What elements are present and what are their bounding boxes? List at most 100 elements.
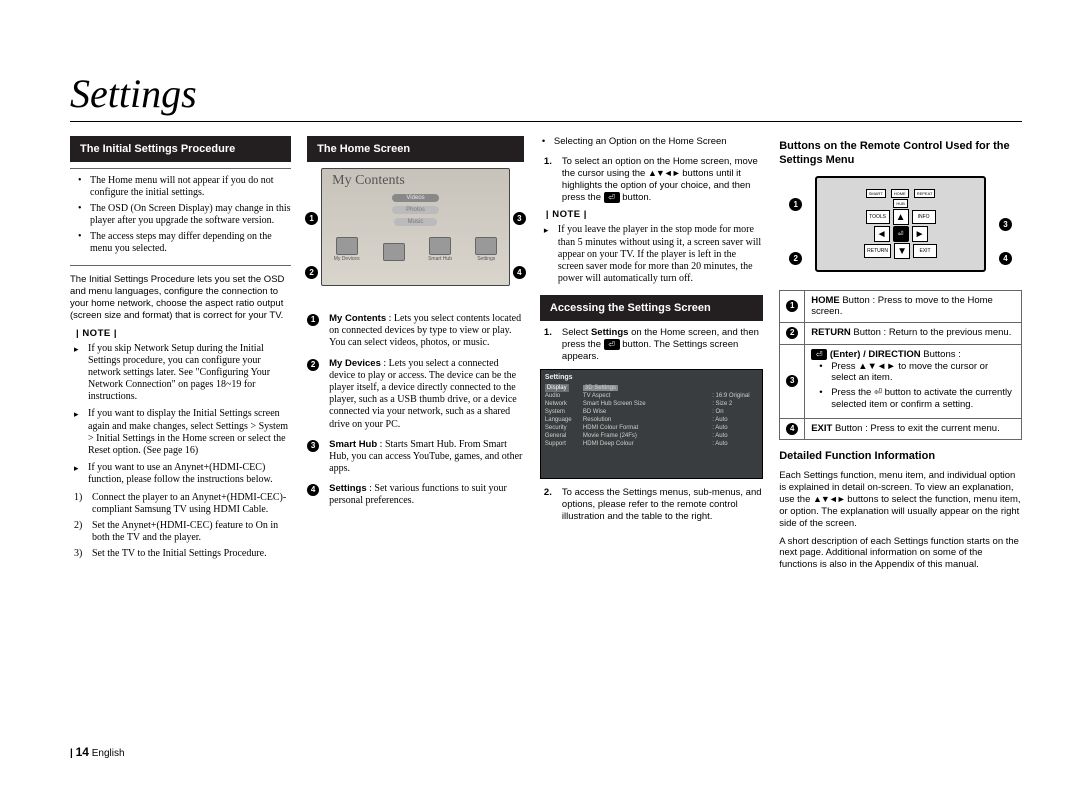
remote-btn-tools: TOOLS (866, 210, 890, 224)
remote-dir-row: ◄ ⏎ ► (874, 226, 928, 242)
table-row: 2 RETURN Button : Return to the previous… (780, 323, 1022, 344)
circle-1-icon: 1 (307, 314, 319, 326)
remote-hub-row: HUB (893, 199, 907, 208)
accessing-settings-steps: Select Settings on the Home screen, and … (540, 327, 763, 363)
home-item-3: 3 Smart Hub : Starts Smart Hub. From Sma… (307, 439, 524, 476)
page-language: English (92, 748, 125, 759)
fig-icon (383, 243, 405, 262)
select-option-step: To select an option on the Home screen, … (562, 156, 763, 204)
remote-btn-left: ◄ (874, 226, 890, 242)
columns: The Initial Settings Procedure The Home … (70, 136, 1022, 577)
remote-btn-exit: EXIT (913, 244, 937, 258)
home-screen-heading: The Home Screen (307, 136, 524, 162)
direction-sub-list: Press ▲▼◄► to move the cursor or select … (811, 361, 1015, 412)
select-option-text: Selecting an Option on the Home Screen (554, 136, 763, 148)
column-3: Selecting an Option on the Home Screen T… (540, 136, 763, 577)
remote-bot-row: RETURN ▼ EXIT (864, 243, 937, 259)
table-cell: HOME Button : Press to move to the Home … (805, 290, 1022, 323)
page-title: Settings (70, 70, 1022, 122)
accessing-settings-heading: Accessing the Settings Screen (540, 295, 763, 321)
topbox-item: The OSD (On Screen Display) may change i… (90, 203, 291, 227)
accessing-settings-steps-2: To access the Settings menus, sub-menus,… (540, 487, 763, 523)
table-row: 3 ⏎ (Enter) / DIRECTION Buttons : Press … (780, 344, 1022, 418)
home-screen-fig-iconbar: My Devices Smart Hub Settings (322, 237, 509, 262)
remote-buttons-heading: Buttons on the Remote Control Used for t… (779, 140, 1022, 168)
detail-heading: Detailed Function Information (779, 450, 1022, 464)
fig-icon-label: My Devices (334, 256, 360, 262)
remote-btn-up: ▲ (893, 209, 909, 225)
remote-mid-row: TOOLS ▲ INFO (866, 209, 936, 225)
circle-4-icon: 4 (786, 423, 798, 435)
home-screen-fig-menu: Videos Photos Music (322, 191, 509, 227)
remote-btn-enter: ⏎ (893, 226, 909, 242)
remote-buttons-table: 1 HOME Button : Press to move to the Hom… (779, 290, 1022, 441)
accessing-settings-step: To access the Settings menus, sub-menus,… (562, 487, 763, 523)
callout-3-icon: 3 (999, 218, 1012, 231)
initial-settings-intro: The Initial Settings Procedure lets you … (70, 274, 291, 322)
step-item: Connect the player to an Anynet+(HDMI-CE… (92, 492, 291, 516)
fig-icon: Smart Hub (428, 237, 452, 262)
enter-icon: ⏎ (811, 349, 827, 360)
detail-paragraph-2: A short description of each Settings fun… (779, 536, 1022, 572)
topbox-item: The access steps may differ depending on… (90, 231, 291, 255)
direction-arrows-icon: ▲▼◄► (648, 168, 680, 179)
note-item: If you want to use an Anynet+(HDMI-CEC) … (88, 462, 291, 486)
callout-3-icon: 3 (513, 212, 526, 225)
accessing-settings-step: Select Settings on the Home screen, and … (562, 327, 763, 363)
remote-btn-smart: SMART (866, 189, 886, 198)
circle-2-icon: 2 (307, 359, 319, 371)
note-label: NOTE (76, 328, 291, 339)
callout-2-icon: 2 (305, 266, 318, 279)
initial-settings-steps: Connect the player to an Anynet+(HDMI-CE… (70, 492, 291, 561)
initial-settings-topbox: The Home menu will not appear if you do … (70, 168, 291, 266)
step-item: Set the Anynet+(HDMI-CEC) feature to On … (92, 520, 291, 544)
home-screen-fig-title: My Contents (322, 169, 509, 189)
remote-figure: SMART HOME REPEAT HUB TOOLS ▲ INFO ◄ ⏎ ► (779, 174, 1022, 284)
callout-4-icon: 4 (513, 266, 526, 279)
remote-btn-repeat: REPEAT (914, 189, 936, 198)
home-item-1: 1 My Contents : Lets you select contents… (307, 313, 524, 350)
circle-1-icon: 1 (786, 300, 798, 312)
note-item: If you leave the player in the stop mode… (558, 224, 763, 285)
table-cell: ⏎ (Enter) / DIRECTION Buttons : Press ▲▼… (805, 344, 1022, 418)
page-footer: 14 English (70, 745, 125, 759)
circle-3-icon: 3 (307, 440, 319, 452)
direction-arrows-icon: ▲▼◄► (813, 494, 845, 505)
remote-btn-info: INFO (912, 210, 936, 224)
remote-top-row: SMART HOME REPEAT (866, 189, 936, 198)
column-1: The Initial Settings Procedure The Home … (70, 136, 291, 577)
settings-fig-title: Settings (545, 374, 758, 381)
home-item-text: Smart Hub : Starts Smart Hub. From Smart… (329, 439, 524, 476)
home-item-text: My Contents : Lets you select contents l… (329, 313, 524, 350)
select-option-notes: If you leave the player in the stop mode… (540, 224, 763, 285)
detail-paragraph-1: Each Settings function, menu item, and i… (779, 470, 1022, 529)
remote-btn-return: RETURN (864, 244, 891, 258)
initial-settings-heading: The Initial Settings Procedure (70, 136, 291, 162)
fig-icon: My Devices (334, 237, 360, 262)
menu-pill: Photos (392, 206, 439, 214)
callout-2-icon: 2 (789, 252, 802, 265)
table-cell: EXIT Button : Press to exit the current … (805, 419, 1022, 440)
circle-2-icon: 2 (786, 327, 798, 339)
home-item-text: Settings : Set various functions to suit… (329, 483, 524, 507)
note-label: NOTE (546, 209, 763, 220)
remote-btn-home: HOME (891, 189, 909, 198)
topbox-item: The Home menu will not appear if you do … (90, 175, 291, 199)
callout-4-icon: 4 (999, 252, 1012, 265)
home-item-4: 4 Settings : Set various functions to su… (307, 483, 524, 507)
fig-icon-label: Smart Hub (428, 256, 452, 262)
home-item-2: 2 My Devices : Lets you select a connect… (307, 358, 524, 431)
menu-pill: Videos (392, 194, 438, 202)
home-item-text: My Devices : Lets you select a connected… (329, 358, 524, 431)
page-number: 14 (76, 745, 89, 759)
remote-btn-down: ▼ (894, 243, 910, 259)
callout-1-icon: 1 (789, 198, 802, 211)
fig-icon-label: Settings (477, 256, 495, 262)
remote-btn-right: ► (912, 226, 928, 242)
remote-pad: SMART HOME REPEAT HUB TOOLS ▲ INFO ◄ ⏎ ► (815, 176, 986, 272)
note-item: If you skip Network Setup during the Ini… (88, 343, 291, 404)
column-4: Buttons on the Remote Control Used for t… (779, 136, 1022, 577)
select-option-bullet: Selecting an Option on the Home Screen (540, 136, 763, 148)
fig-icon: Settings (475, 237, 497, 262)
select-option-steps: To select an option on the Home screen, … (540, 156, 763, 204)
